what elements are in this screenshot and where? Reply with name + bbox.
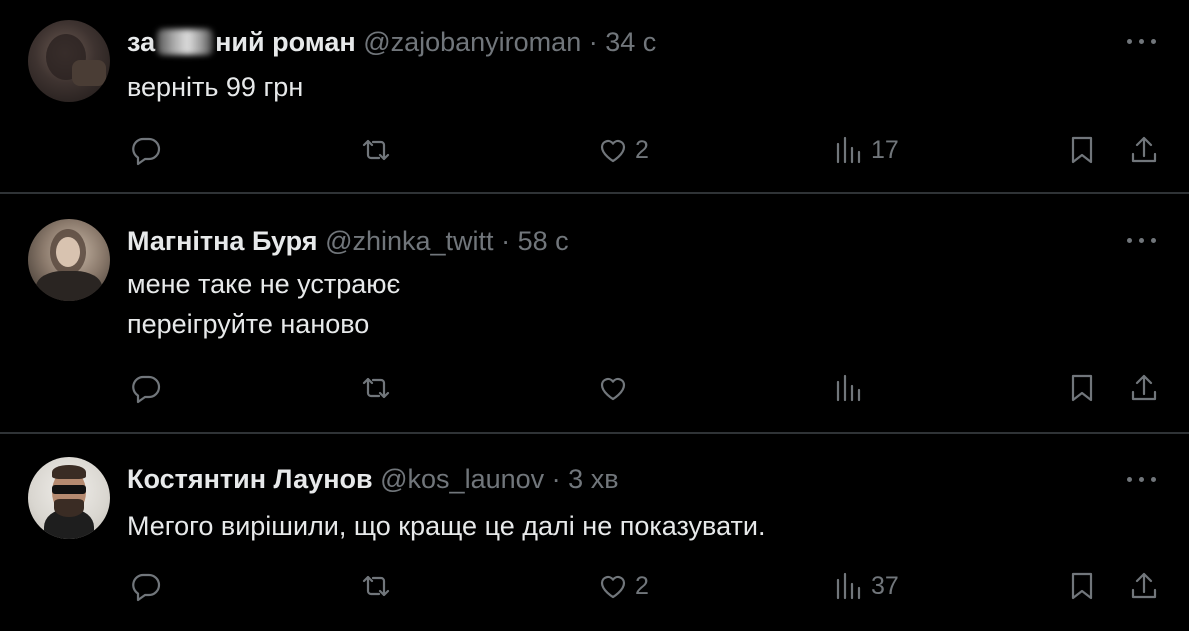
display-name[interactable]: за ний роман <box>127 27 356 57</box>
views-icon <box>836 572 861 600</box>
tweet-text-line: Мегого вирішили, що краще це далі не пок… <box>127 511 766 541</box>
bookmark-icon <box>1071 136 1093 164</box>
share-button[interactable] <box>1128 368 1160 408</box>
timestamp[interactable]: 58 с <box>518 226 569 256</box>
views-icon <box>836 374 861 402</box>
retweet-button[interactable] <box>360 368 392 408</box>
retweet-button[interactable] <box>360 566 392 606</box>
tweet-feed: за ний роман @zajobanyiroman · 34 с верні… <box>0 0 1189 631</box>
user-handle[interactable]: @zhinka_twitt <box>325 226 493 256</box>
bookmark-button[interactable] <box>1066 130 1098 170</box>
retweet-icon <box>362 377 390 399</box>
reply-button[interactable] <box>130 368 162 408</box>
like-button[interactable]: 2 <box>597 566 649 606</box>
views-button[interactable] <box>833 368 865 408</box>
separator-dot: · <box>588 27 598 57</box>
views-button[interactable]: 17 <box>833 130 899 170</box>
tweet-text: верніть 99 грн <box>127 67 303 107</box>
tweet-text-line: мене таке не устраює <box>127 269 401 299</box>
reply-button[interactable] <box>130 130 162 170</box>
bookmark-icon <box>1071 572 1093 600</box>
redacted-name-part <box>157 29 214 55</box>
tweet[interactable]: Костянтин Лаунов @kos_launov · 3 хв Мего… <box>0 434 1189 631</box>
avatar[interactable] <box>28 20 110 102</box>
avatar[interactable] <box>28 219 110 301</box>
views-button[interactable]: 37 <box>833 566 899 606</box>
like-icon <box>600 139 626 163</box>
user-handle[interactable]: @zajobanyiroman <box>363 27 581 57</box>
display-name[interactable]: Костянтин Лаунов <box>127 464 373 494</box>
tweet-header: Костянтин Лаунов @kos_launov · 3 хв <box>127 462 619 496</box>
timestamp[interactable]: 34 с <box>605 27 656 57</box>
tweet-header: за ний роман @zajobanyiroman · 34 с <box>127 25 656 59</box>
share-icon <box>1131 572 1157 599</box>
reply-icon <box>132 573 161 602</box>
timestamp[interactable]: 3 хв <box>568 464 618 494</box>
views-icon <box>836 136 861 164</box>
tweet-text: мене таке не устраює переігруйте наново <box>127 264 400 344</box>
display-name[interactable]: Магнітна Буря <box>127 226 318 256</box>
separator-dot: · <box>551 464 561 494</box>
like-button[interactable]: 2 <box>597 130 649 170</box>
retweet-icon <box>362 139 390 161</box>
tweet[interactable]: за ний роман @zajobanyiroman · 34 с верні… <box>0 0 1189 192</box>
retweet-button[interactable] <box>360 130 392 170</box>
separator-dot: · <box>501 226 511 256</box>
tweet-header: Магнітна Буря @zhinka_twitt · 58 с <box>127 224 569 258</box>
more-icon[interactable] <box>1125 475 1159 485</box>
tweet[interactable]: Магнітна Буря @zhinka_twitt · 58 с мене … <box>0 194 1189 432</box>
retweet-icon <box>362 575 390 597</box>
reply-icon <box>132 137 161 166</box>
like-count: 2 <box>635 135 649 164</box>
share-button[interactable] <box>1128 566 1160 606</box>
share-icon <box>1131 136 1157 163</box>
share-icon <box>1131 374 1157 401</box>
share-button[interactable] <box>1128 130 1160 170</box>
more-icon[interactable] <box>1125 236 1159 246</box>
reply-icon <box>132 375 161 404</box>
bookmark-icon <box>1071 374 1093 402</box>
tweet-text-line: верніть 99 грн <box>127 72 304 102</box>
more-icon[interactable] <box>1125 37 1159 47</box>
reply-button[interactable] <box>130 566 162 606</box>
tweet-text-line: переігруйте наново <box>127 309 370 339</box>
bookmark-button[interactable] <box>1066 368 1098 408</box>
like-count: 2 <box>635 571 649 600</box>
like-icon <box>600 377 626 401</box>
user-handle[interactable]: @kos_launov <box>380 464 544 494</box>
bookmark-button[interactable] <box>1066 566 1098 606</box>
view-count: 17 <box>871 135 899 164</box>
tweet-text: Мегого вирішили, що краще це далі не пок… <box>127 506 765 546</box>
tweet-actions <box>0 368 1189 408</box>
view-count: 37 <box>871 571 899 600</box>
tweet-actions: 2 37 <box>0 566 1189 606</box>
like-icon <box>600 575 626 599</box>
avatar[interactable] <box>28 457 110 539</box>
like-button[interactable] <box>597 368 629 408</box>
tweet-actions: 2 17 <box>0 130 1189 170</box>
